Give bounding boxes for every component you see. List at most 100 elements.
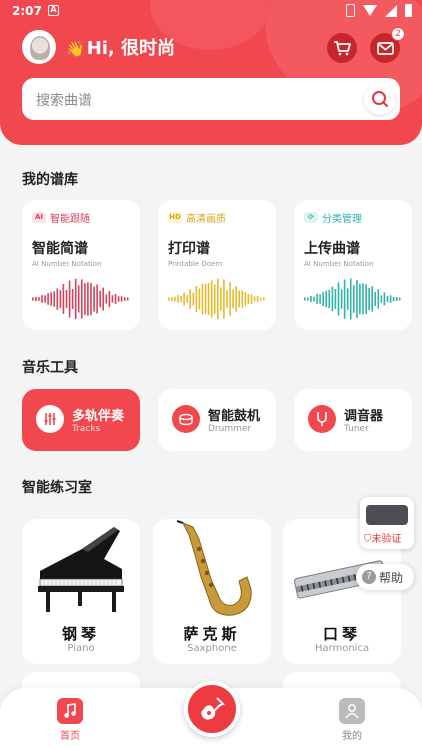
tool-subtitle: Tracks <box>72 424 101 434</box>
search-bar[interactable]: 搜索曲谱 <box>22 78 400 120</box>
waveform-bar <box>398 297 401 301</box>
waveform-bar <box>337 282 340 316</box>
hd-icon: HD <box>168 212 182 223</box>
piano-image <box>38 527 124 612</box>
waveform-bar <box>307 297 309 301</box>
waveform-icon <box>32 278 129 320</box>
nav-home[interactable]: 首页 <box>45 698 95 742</box>
waveform-bar <box>108 291 111 307</box>
library-card-smart-notation[interactable]: AI 智能跟随 智能简谱 AI Number Notation <box>22 200 140 330</box>
waveform-bar <box>217 278 219 320</box>
battery-icon <box>405 4 412 17</box>
nav-mine[interactable]: 我的 <box>327 698 377 742</box>
wave-icon: 👋 <box>66 40 85 58</box>
waveform-bar <box>229 282 231 316</box>
tool-tuner-button[interactable]: 调音器 Tuner <box>294 389 412 451</box>
waveform-bar <box>105 294 108 304</box>
ai-icon: AI <box>32 212 46 223</box>
waveform-bar <box>59 290 62 308</box>
search-input[interactable]: 搜索曲谱 <box>36 90 92 110</box>
search-icon <box>372 91 388 107</box>
waveform-bar <box>114 294 117 304</box>
waveform-bar <box>310 296 312 302</box>
center-action-button[interactable] <box>184 681 240 737</box>
tool-tracks-button[interactable]: 多轨伴奏 Tracks <box>22 389 140 451</box>
waveform-bar <box>84 283 86 315</box>
waveform-bar <box>235 286 237 312</box>
user-icon <box>339 698 365 724</box>
waveform-bar <box>328 290 331 309</box>
next-card-peek <box>283 672 401 688</box>
waveform-bar <box>123 297 126 301</box>
waveform-bar <box>204 284 207 314</box>
waveform-bar <box>35 296 37 302</box>
waveform-bar <box>250 294 253 304</box>
waveform-bar <box>377 289 380 309</box>
avatar-image <box>30 36 50 60</box>
status-time: 2:07 <box>12 4 42 18</box>
instrument-card-piano[interactable]: 钢琴 Piano <box>22 519 140 664</box>
device-icon <box>366 505 408 525</box>
waveform-bar <box>77 285 80 313</box>
section-title-practice: 智能练习室 <box>22 480 92 496</box>
waveform-bar <box>262 297 265 301</box>
waveform-bar <box>247 294 250 304</box>
waveform-bar <box>374 292 376 306</box>
waveform-bar <box>313 296 315 302</box>
help-button[interactable]: ? 帮助 <box>356 564 414 590</box>
waveform-bar <box>47 293 49 305</box>
library-card-upload[interactable]: ⟳ 分类管理 上传曲谱 AI Number Notation <box>294 200 412 330</box>
waveform-bar <box>96 284 98 314</box>
waveform-bar <box>319 294 321 304</box>
question-icon: ? <box>362 570 376 584</box>
mixer-icon <box>36 405 64 433</box>
waveform-bar <box>168 297 170 301</box>
tool-subtitle: Tuner <box>344 424 369 434</box>
card-title: 上传曲谱 <box>304 241 360 257</box>
card-subtitle: AI Number Notation <box>304 260 374 268</box>
card-tag: 高清画质 <box>186 214 226 225</box>
message-badge: 2 <box>391 27 405 41</box>
verification-widget[interactable]: ⛉未验证 <box>360 497 414 549</box>
waveform-bar <box>322 291 324 307</box>
message-button[interactable]: 2 <box>370 27 405 63</box>
waveform-bar <box>353 285 355 313</box>
waveform-bar <box>331 286 334 312</box>
waveform-bar <box>232 289 234 309</box>
waveform-bar <box>111 295 114 303</box>
waveform-bar <box>256 296 259 302</box>
greeting-text: Hi, 很时尚 <box>86 38 176 59</box>
verification-label: ⛉未验证 <box>364 530 402 545</box>
waveform-bar <box>259 297 262 301</box>
instrument-card-saxophone[interactable]: 萨克斯 Saxphone <box>153 519 271 664</box>
drum-icon <box>172 405 200 433</box>
waveform-bar <box>362 283 364 315</box>
waveform-bar <box>316 294 318 304</box>
cart-button[interactable] <box>327 33 357 63</box>
nav-label: 我的 <box>342 731 362 742</box>
library-card-printable[interactable]: HD 高清画质 打印谱 Printable Ooern <box>158 200 276 330</box>
verification-text: 未验证 <box>371 534 402 545</box>
card-title: 打印谱 <box>168 241 210 257</box>
waveform-bar <box>120 296 123 302</box>
waveform-bar <box>380 295 383 303</box>
greeting: 👋 Hi, 很时尚 <box>66 34 175 60</box>
tool-name: 多轨伴奏 <box>72 409 125 424</box>
waveform-bar <box>392 296 395 302</box>
waveform-bar <box>192 292 195 306</box>
avatar[interactable] <box>22 30 56 64</box>
waveform-bar <box>386 296 389 302</box>
nav-label: 首页 <box>60 731 80 742</box>
waveform-bar <box>117 296 120 302</box>
cellular-icon <box>385 4 397 17</box>
waveform-bar <box>253 296 256 302</box>
waveform-bar <box>304 297 306 301</box>
waveform-bar <box>334 289 337 310</box>
search-button[interactable] <box>364 83 396 115</box>
waveform-bar <box>68 280 71 318</box>
shield-icon: ⛉ <box>364 534 372 545</box>
waveform-bar <box>207 282 210 315</box>
card-subtitle: Printable Ooern <box>168 260 223 268</box>
waveform-bar <box>368 287 370 311</box>
tool-drummer-button[interactable]: 智能鼓机 Drummer <box>158 389 276 451</box>
